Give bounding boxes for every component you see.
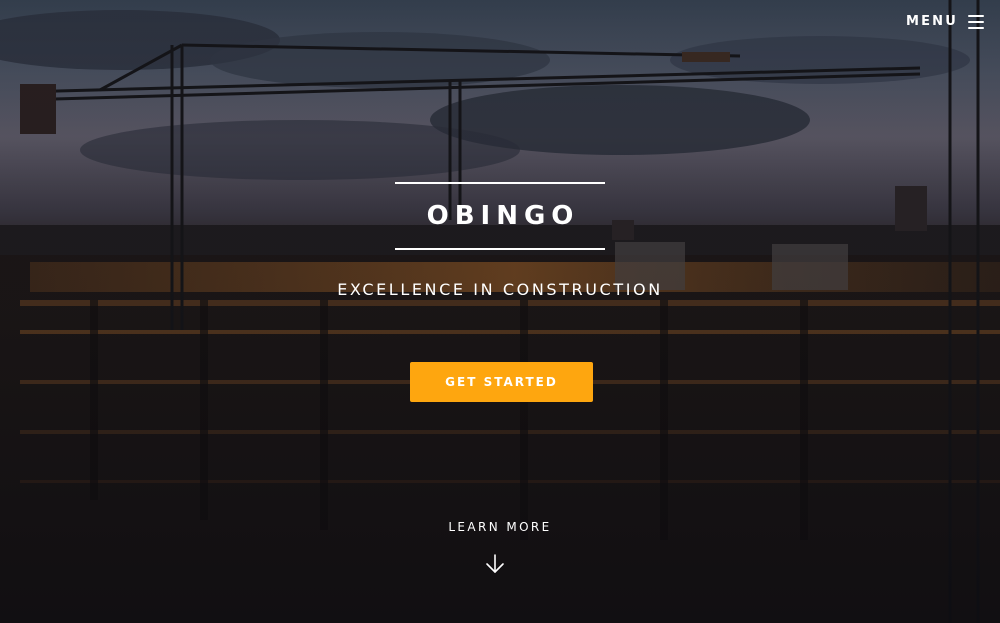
menu-toggle[interactable]: MENU xyxy=(906,14,984,29)
brand-block: OBINGO xyxy=(0,182,1000,250)
menu-label: MENU xyxy=(905,14,958,29)
get-started-button[interactable]: GET STARTED xyxy=(410,362,593,402)
learn-more-link[interactable]: LEARN MORE xyxy=(0,520,1000,534)
hero-section: MENU OBINGO EXCELLENCE IN CONSTRUCTION G… xyxy=(0,0,1000,623)
title-bottom-rule xyxy=(395,248,605,250)
page-title: OBINGO xyxy=(426,201,580,231)
hero-tagline: EXCELLENCE IN CONSTRUCTION xyxy=(337,280,663,299)
arrow-down-icon[interactable] xyxy=(484,553,506,575)
hamburger-icon xyxy=(968,14,984,29)
